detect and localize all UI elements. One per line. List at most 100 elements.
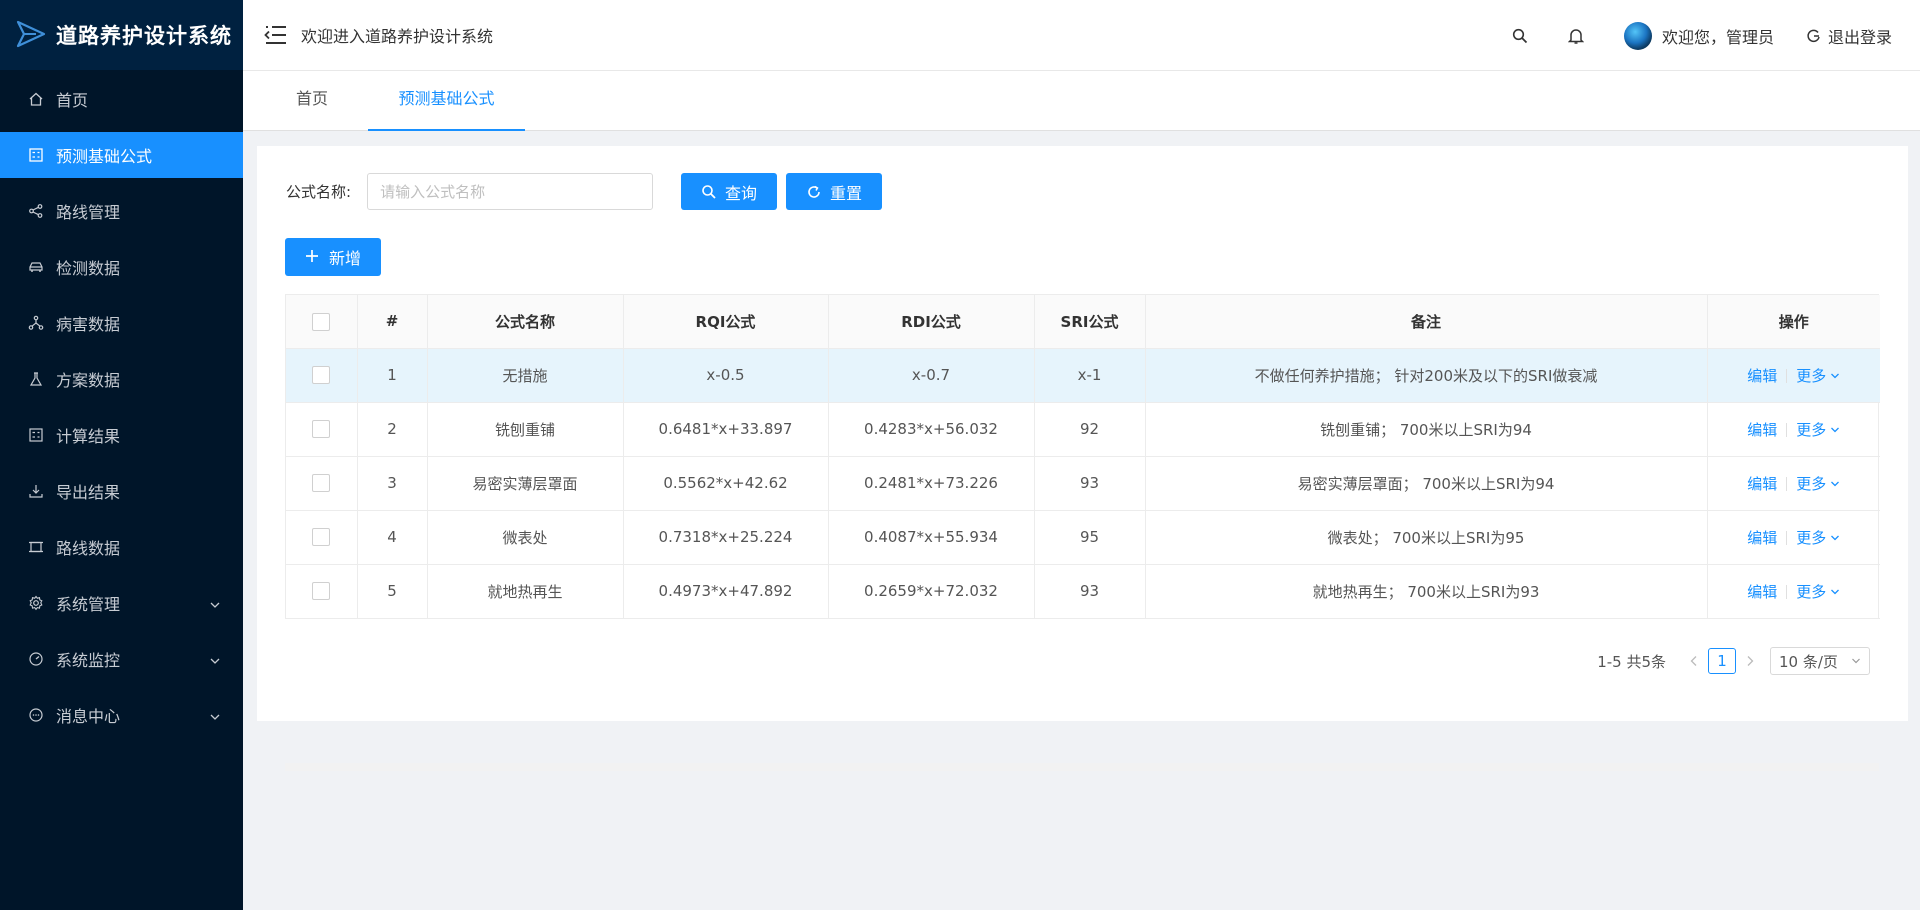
gear-icon xyxy=(28,595,44,611)
edit-link[interactable]: 编辑 xyxy=(1747,421,1777,439)
divider xyxy=(1786,477,1788,491)
page-size-select[interactable]: 10 条/页 xyxy=(1770,647,1870,675)
logout-button[interactable]: 退出登录 xyxy=(1806,24,1892,48)
chevron-down-icon xyxy=(1830,583,1840,601)
dashboard-icon xyxy=(28,651,44,667)
more-label: 更多 xyxy=(1796,366,1827,385)
sidebar-item-routes[interactable]: 路线管理 xyxy=(0,188,243,234)
table-row[interactable]: 1 无措施 x-0.5 x-0.7 x-1 不做任何养护措施； 针对200米及以… xyxy=(286,348,1880,403)
chevron-down-icon xyxy=(209,596,221,615)
logo[interactable]: 道路养护设计系统 xyxy=(0,0,243,70)
sidebar-item-system[interactable]: 系统管理 xyxy=(0,580,243,626)
column-header: 公式名称 xyxy=(427,295,624,349)
remark: 不做任何养护措施； 针对200米及以下的SRI做衰减 xyxy=(1145,348,1708,403)
sidebar-item-label: 方案数据 xyxy=(56,371,121,390)
next-page-button[interactable] xyxy=(1738,655,1762,667)
row-checkbox[interactable] xyxy=(312,582,331,601)
edit-link[interactable]: 编辑 xyxy=(1747,367,1777,385)
column-header: # xyxy=(357,295,428,349)
sidebar-item-plans[interactable]: 方案数据 xyxy=(0,356,243,402)
column-header: RDI公式 xyxy=(828,295,1035,349)
sidebar-item-label: 系统监控 xyxy=(56,651,121,670)
header-actions: 欢迎您，管理员 退出登录 xyxy=(1474,0,1892,71)
rqi-formula: x-0.5 xyxy=(623,348,829,403)
more-dropdown[interactable]: 更多 xyxy=(1796,421,1840,439)
page-tabs: 首页 预测基础公式 xyxy=(243,71,1920,131)
table-row[interactable]: 5 就地热再生 0.4973*x+47.892 0.2659*x+72.032 … xyxy=(286,564,1880,619)
car-icon xyxy=(28,259,44,275)
message-icon xyxy=(28,707,44,723)
row-actions: 编辑 更多 xyxy=(1707,348,1880,403)
chevron-right-icon xyxy=(1747,656,1754,666)
row-select-cell xyxy=(286,564,358,619)
column-header: RQI公式 xyxy=(623,295,829,349)
road-icon xyxy=(28,539,44,555)
search-icon[interactable] xyxy=(1510,26,1530,46)
row-number: 3 xyxy=(357,456,428,511)
select-all-checkbox[interactable] xyxy=(312,312,331,331)
sidebar-item-formula[interactable]: 预测基础公式 xyxy=(0,132,243,178)
sidebar-item-home[interactable]: 首页 xyxy=(0,76,243,122)
row-actions: 编辑 更多 xyxy=(1707,456,1880,511)
more-dropdown[interactable]: 更多 xyxy=(1796,367,1840,385)
sidebar-item-monitor[interactable]: 系统监控 xyxy=(0,636,243,682)
sidebar-item-label: 病害数据 xyxy=(56,315,121,334)
more-label: 更多 xyxy=(1796,420,1827,439)
divider xyxy=(1786,423,1788,437)
more-dropdown[interactable]: 更多 xyxy=(1796,475,1840,493)
table-row[interactable]: 3 易密实薄层罩面 0.5562*x+42.62 0.2481*x+73.226… xyxy=(286,456,1880,511)
top-header: 欢迎进入道路养护设计系统 欢迎您，管理员 退出登录 xyxy=(243,0,1920,71)
sidebar-item-inspection[interactable]: 检测数据 xyxy=(0,244,243,290)
sidebar: 道路养护设计系统 首页 预测基础公式 路线管理 检测数据 病害数据 方案数据 计… xyxy=(0,0,243,910)
more-dropdown[interactable]: 更多 xyxy=(1796,529,1840,547)
sidebar-item-route-data[interactable]: 路线数据 xyxy=(0,524,243,570)
formula-name-input[interactable] xyxy=(367,173,654,210)
query-button[interactable]: 查询 xyxy=(681,173,778,210)
user-greeting[interactable]: 欢迎您，管理员 xyxy=(1662,24,1774,48)
row-checkbox[interactable] xyxy=(312,366,331,385)
bell-icon[interactable] xyxy=(1566,26,1586,46)
sidebar-menu: 首页 预测基础公式 路线管理 检测数据 病害数据 方案数据 计算结果 导出结果 … xyxy=(0,76,243,738)
avatar[interactable] xyxy=(1623,21,1652,50)
edit-link[interactable]: 编辑 xyxy=(1747,475,1777,493)
more-label: 更多 xyxy=(1796,528,1827,547)
more-dropdown[interactable]: 更多 xyxy=(1796,583,1840,601)
edit-link[interactable]: 编辑 xyxy=(1747,529,1777,547)
sidebar-item-label: 消息中心 xyxy=(56,707,121,726)
row-actions: 编辑 更多 xyxy=(1707,402,1880,457)
sri-formula: 93 xyxy=(1034,564,1146,619)
edit-link[interactable]: 编辑 xyxy=(1747,583,1777,601)
rdi-formula: 0.2481*x+73.226 xyxy=(828,456,1035,511)
rqi-formula: 0.4973*x+47.892 xyxy=(623,564,829,619)
tab-home[interactable]: 首页 xyxy=(243,71,381,131)
tab-formula[interactable]: 预测基础公式 xyxy=(368,71,525,131)
add-button[interactable]: 新增 xyxy=(285,238,381,276)
search-label: 公式名称: xyxy=(286,183,352,201)
table-row[interactable]: 2 铣刨重铺 0.6481*x+33.897 0.4283*x+56.032 9… xyxy=(286,402,1880,457)
sidebar-item-label: 导出结果 xyxy=(56,483,121,502)
chevron-down-icon xyxy=(1830,529,1840,547)
row-checkbox[interactable] xyxy=(312,474,331,493)
sidebar-item-results[interactable]: 计算结果 xyxy=(0,412,243,458)
row-number: 4 xyxy=(357,510,428,565)
select-all-cell xyxy=(286,295,358,349)
search-icon xyxy=(701,184,717,200)
row-select-cell xyxy=(286,510,358,565)
sri-formula: 95 xyxy=(1034,510,1146,565)
remark: 微表处； 700米以上SRI为95 xyxy=(1145,510,1708,565)
sidebar-item-messages[interactable]: 消息中心 xyxy=(0,692,243,738)
pagination-total: 1-5 共5条 xyxy=(1597,652,1666,671)
prev-page-button[interactable] xyxy=(1682,655,1706,667)
row-checkbox[interactable] xyxy=(312,420,331,439)
page-1-button[interactable]: 1 xyxy=(1708,648,1736,674)
row-checkbox[interactable] xyxy=(312,528,331,547)
row-number: 5 xyxy=(357,564,428,619)
table-row[interactable]: 4 微表处 0.7318*x+25.224 0.4087*x+55.934 95… xyxy=(286,510,1880,565)
menu-fold-icon[interactable] xyxy=(263,22,289,48)
reset-button[interactable]: 重置 xyxy=(786,173,883,210)
sidebar-item-export[interactable]: 导出结果 xyxy=(0,468,243,514)
sidebar-item-label: 检测数据 xyxy=(56,259,121,278)
sidebar-item-defects[interactable]: 病害数据 xyxy=(0,300,243,346)
table-scrollbar[interactable] xyxy=(285,763,1879,771)
cluster-icon xyxy=(28,315,44,331)
